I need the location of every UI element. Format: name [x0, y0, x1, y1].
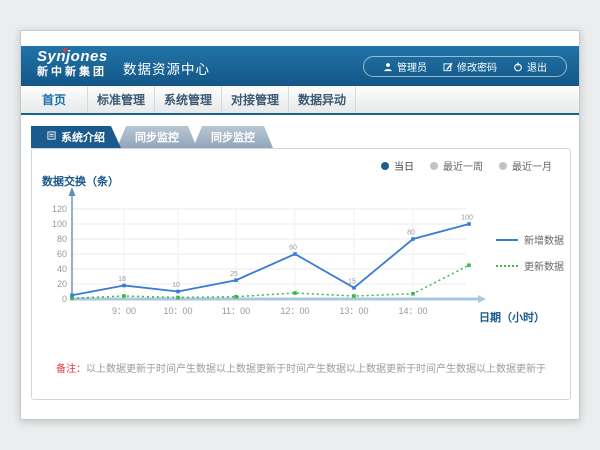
- footnote-prefix: 备注：: [56, 364, 86, 375]
- legend-label: 新增数据: [524, 232, 564, 247]
- y-axis-title: 数据交换（条）: [42, 173, 119, 189]
- logout-button[interactable]: 退出: [505, 59, 555, 74]
- svg-text:10：00: 10：00: [163, 306, 192, 316]
- svg-text:100: 100: [461, 215, 473, 222]
- tab-label: 同步监控: [211, 129, 255, 145]
- x-axis-title: 日期（小时）: [479, 309, 545, 325]
- svg-text:120: 120: [52, 204, 67, 214]
- app-window: Synjones 新中新集团 数据资源中心 管理员 修改密码: [20, 30, 580, 420]
- legend-updated-data[interactable]: 更新数据: [496, 258, 564, 273]
- main-nav: 首页 标准管理 系统管理 对接管理 数据异动: [21, 86, 579, 115]
- logo-text: Synjones: [37, 49, 108, 66]
- chart-panel: 当日 最近一周 最近一月 数据交换（条） 日期（小时） 0 20 40 60 80 100…: [31, 148, 571, 400]
- svg-text:14：00: 14：00: [398, 306, 427, 316]
- dotted-line-icon: [496, 265, 518, 267]
- page-title: 数据资源中心: [123, 58, 210, 78]
- svg-text:80: 80: [57, 234, 67, 244]
- filter-label: 最近一月: [512, 158, 552, 173]
- user-label: 管理员: [397, 59, 427, 74]
- svg-text:80: 80: [407, 230, 415, 237]
- svg-text:60: 60: [289, 245, 297, 252]
- nav-item-standard-mgmt[interactable]: 标准管理: [88, 86, 155, 113]
- footnote: 备注：以上数据更新于时间产生数据以上数据更新于时间产生数据以上数据更新于时间产生…: [32, 360, 570, 375]
- filter-label: 最近一周: [443, 158, 483, 173]
- nav-item-interface-mgmt[interactable]: 对接管理: [222, 86, 289, 113]
- svg-text:10: 10: [172, 282, 180, 289]
- svg-text:100: 100: [52, 219, 67, 229]
- footnote-text: 以上数据更新于时间产生数据以上数据更新于时间产生数据以上数据更新于时间产生数据以…: [86, 364, 546, 375]
- radio-icon: [499, 162, 507, 170]
- svg-text:13：00: 13：00: [339, 306, 368, 316]
- svg-text:15: 15: [348, 278, 356, 285]
- admin-user-button[interactable]: 管理员: [375, 59, 435, 74]
- change-password-button[interactable]: 修改密码: [435, 59, 505, 74]
- logo-subtitle: 新中新集团: [37, 66, 108, 78]
- tab-label: 系统介绍: [61, 129, 105, 145]
- time-range-filters: 当日 最近一周 最近一月: [381, 158, 552, 173]
- user-toolbar: 管理员 修改密码 退出: [363, 56, 567, 77]
- svg-text:18: 18: [118, 276, 126, 283]
- desktop-background: Synjones 新中新集团 数据资源中心 管理员 修改密码: [0, 0, 600, 450]
- filter-today-radio[interactable]: 当日: [381, 158, 414, 173]
- tab-sync-monitor-2[interactable]: 同步监控: [193, 126, 273, 148]
- svg-text:0: 0: [62, 294, 67, 304]
- svg-text:25: 25: [230, 271, 238, 278]
- logo-red-dot-icon: [63, 48, 67, 52]
- radio-selected-icon: [381, 162, 389, 170]
- user-icon: [383, 62, 393, 72]
- svg-text:60: 60: [57, 249, 67, 259]
- svg-text:40: 40: [57, 264, 67, 274]
- change-password-label: 修改密码: [457, 59, 497, 74]
- solid-line-icon: [496, 239, 518, 241]
- nav-item-system-mgmt[interactable]: 系统管理: [155, 86, 222, 113]
- radio-icon: [430, 162, 438, 170]
- nav-item-data-change[interactable]: 数据异动: [289, 86, 356, 113]
- document-icon: [47, 131, 56, 143]
- tab-label: 同步监控: [135, 129, 179, 145]
- logout-label: 退出: [527, 59, 547, 74]
- svg-text:20: 20: [57, 279, 67, 289]
- power-icon: [513, 62, 523, 72]
- chart-legend: 新增数据 更新数据: [496, 232, 564, 273]
- filter-last-week-radio[interactable]: 最近一周: [430, 158, 483, 173]
- filter-label: 当日: [394, 158, 414, 173]
- tab-bar: 系统介绍 同步监控 同步监控: [31, 126, 273, 148]
- tab-system-intro[interactable]: 系统介绍: [31, 126, 121, 148]
- legend-new-data[interactable]: 新增数据: [496, 232, 564, 247]
- legend-label: 更新数据: [524, 258, 564, 273]
- tab-sync-monitor-1[interactable]: 同步监控: [117, 126, 197, 148]
- nav-item-home[interactable]: 首页: [21, 86, 88, 113]
- edit-icon: [443, 62, 453, 72]
- app-header: Synjones 新中新集团 数据资源中心 管理员 修改密码: [21, 46, 579, 86]
- svg-text:11：00: 11：00: [222, 306, 250, 316]
- svg-text:12：00: 12：00: [280, 306, 309, 316]
- company-logo: Synjones 新中新集团: [37, 49, 108, 78]
- svg-text:9：00: 9：00: [112, 306, 136, 316]
- filter-last-month-radio[interactable]: 最近一月: [499, 158, 552, 173]
